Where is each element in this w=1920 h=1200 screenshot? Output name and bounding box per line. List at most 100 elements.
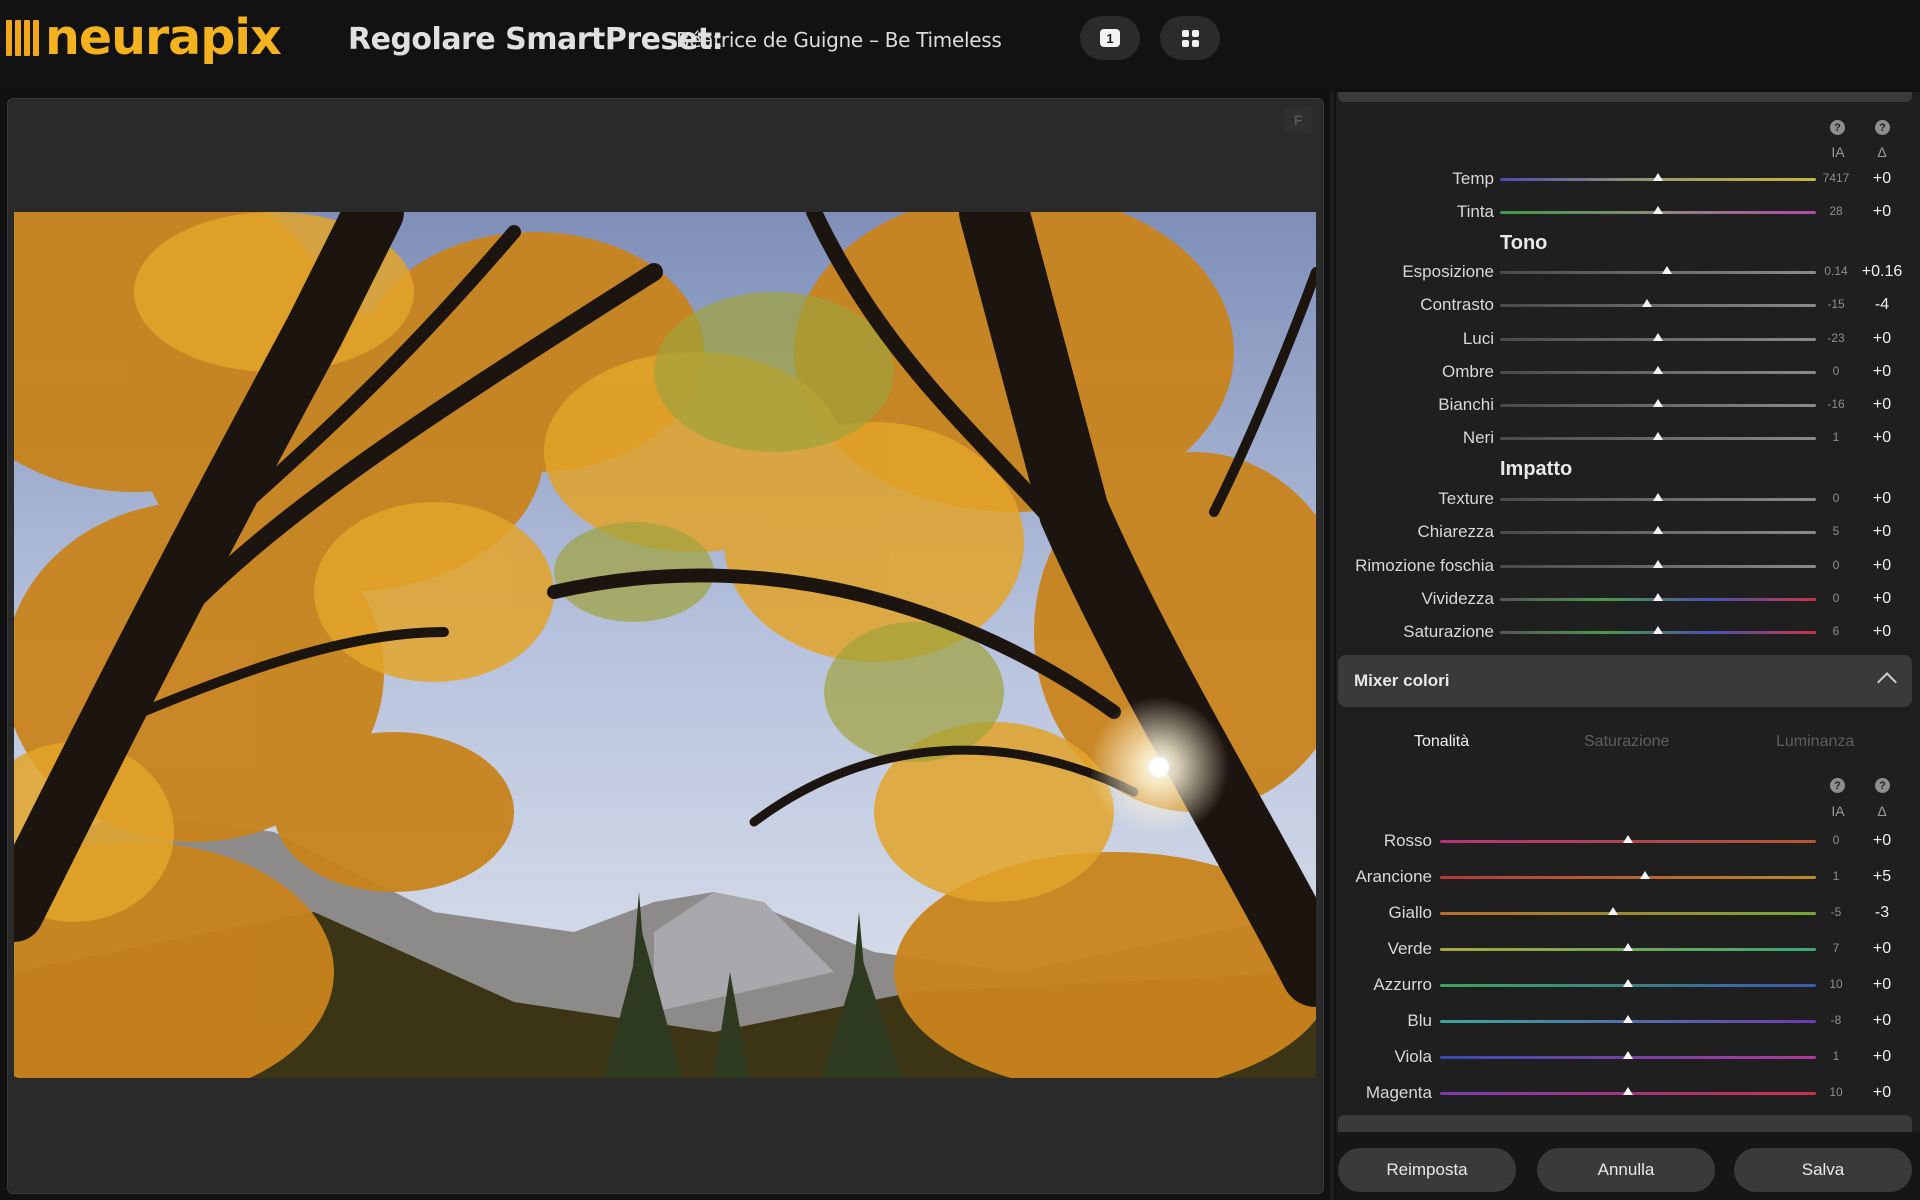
tone-contrasto-slider-handle[interactable]	[1641, 299, 1652, 307]
tone-luci-label: Luci	[1462, 329, 1494, 348]
neurapix-logo: neurapix	[6, 9, 282, 66]
tone-esposizione-slider-handle[interactable]	[1662, 266, 1673, 274]
tone-bianchi-row: Bianchi	[1336, 394, 1494, 416]
preview-photo	[14, 212, 1316, 1078]
impact-vividezza-slider-handle[interactable]	[1653, 593, 1663, 601]
cancel-button[interactable]: Annulla	[1537, 1148, 1715, 1192]
single-view-button[interactable]: 1	[1080, 16, 1140, 60]
tab-saturazione[interactable]: Saturazione	[1584, 733, 1669, 751]
impact-chiarezza-delta-value: +0	[1872, 523, 1892, 540]
mixer-verde-slider-handle[interactable]	[1623, 943, 1633, 951]
tone-neri-label: Neri	[1462, 428, 1494, 447]
grid-view-button[interactable]	[1160, 16, 1220, 60]
impact-vividezza-delta-value: +0	[1872, 590, 1892, 607]
tone-neri-ai-value: 1	[1832, 430, 1840, 444]
mixer-giallo-slider-track[interactable]	[1440, 912, 1816, 915]
tone-ombre-label: Ombre	[1442, 362, 1494, 381]
impact-vividezza-label: Vividezza	[1421, 589, 1494, 608]
mixer-magenta-slider-handle[interactable]	[1623, 1087, 1633, 1095]
mixer-giallo-label: Giallo	[1388, 903, 1432, 922]
wb-temp-label: Temp	[1452, 169, 1494, 188]
ai-help-icon[interactable]: ?	[1830, 120, 1845, 135]
mixer-arancione-row: Arancione	[1336, 866, 1432, 888]
logo-text: neurapix	[45, 9, 282, 66]
impact-chiarezza-row: Chiarezza	[1336, 521, 1494, 543]
page-title: Regolare SmartPreset:	[348, 22, 724, 57]
tone-luci-ai-value: -23	[1827, 331, 1845, 345]
impact-saturazione-row: Saturazione	[1336, 621, 1494, 643]
mixer-azzurro-ai-value: 10	[1829, 977, 1843, 991]
impact-chiarezza-slider-handle[interactable]	[1653, 526, 1663, 534]
tone-neri-slider-handle[interactable]	[1653, 432, 1663, 440]
tone-contrasto-delta-value: -4	[1874, 296, 1890, 313]
wb-temp-slider-handle[interactable]	[1653, 173, 1663, 181]
impact-vividezza-row: Vividezza	[1336, 588, 1494, 610]
tone-neri-delta-value: +0	[1872, 429, 1892, 446]
ai-column-header: IA	[1831, 144, 1845, 160]
save-button[interactable]: Salva	[1734, 1148, 1912, 1192]
tone-ombre-row: Ombre	[1336, 361, 1494, 383]
fullscreen-button[interactable]: F	[1284, 107, 1312, 133]
impact-rimozione-foschia-slider-handle[interactable]	[1653, 560, 1663, 568]
tone-esposizione-slider-track[interactable]	[1500, 271, 1816, 274]
mixer-blu-slider-handle[interactable]	[1623, 1015, 1633, 1023]
mixer-arancione-slider-handle[interactable]	[1639, 871, 1650, 879]
tab-tonalita[interactable]: Tonalità	[1414, 733, 1469, 751]
tone-bianchi-slider-handle[interactable]	[1653, 399, 1663, 407]
reset-button[interactable]: Reimposta	[1338, 1148, 1516, 1192]
single-view-icon: 1	[1100, 29, 1120, 47]
wb-temp-delta-value: +0	[1872, 170, 1892, 187]
tone-luci-delta-value: +0	[1872, 330, 1892, 347]
mixer-rosso-slider-handle[interactable]	[1623, 835, 1633, 843]
tone-ombre-delta-value: +0	[1872, 363, 1892, 380]
mixer-arancione-delta-value: +5	[1872, 868, 1892, 885]
impact-texture-slider-handle[interactable]	[1653, 493, 1663, 501]
mixer-arancione-slider-track[interactable]	[1440, 876, 1816, 879]
section-tone-title: Tono	[1500, 232, 1548, 254]
tab-luminanza[interactable]: Luminanza	[1776, 733, 1854, 751]
tone-contrasto-ai-value: -15	[1827, 297, 1845, 311]
impact-saturazione-slider-handle[interactable]	[1653, 626, 1663, 634]
mixer-viola-ai-value: 1	[1832, 1049, 1840, 1063]
tone-ombre-slider-handle[interactable]	[1653, 366, 1663, 374]
mixer-azzurro-slider-handle[interactable]	[1623, 979, 1633, 987]
photo-illustration	[14, 212, 1316, 1078]
grid-icon	[1181, 29, 1199, 47]
impact-rimozione-foschia-row: Rimozione foschia	[1336, 555, 1494, 577]
tone-bianchi-label: Bianchi	[1438, 395, 1494, 414]
impact-rimozione-foschia-delta-value: +0	[1872, 557, 1892, 574]
mixer-delta-column-header: Δ	[1877, 803, 1887, 819]
mixer-giallo-slider-handle[interactable]	[1607, 907, 1618, 915]
mixer-magenta-label: Magenta	[1365, 1083, 1432, 1102]
wb-tinta-slider-handle[interactable]	[1653, 206, 1663, 214]
tone-contrasto-slider-track[interactable]	[1500, 304, 1816, 307]
impact-vividezza-ai-value: 0	[1832, 591, 1840, 605]
next-section-edge	[1338, 1115, 1912, 1132]
mixer-verde-delta-value: +0	[1872, 940, 1892, 957]
mixer-viola-label: Viola	[1394, 1047, 1433, 1066]
tone-bianchi-ai-value: -16	[1827, 397, 1845, 411]
mixer-viola-delta-value: +0	[1872, 1048, 1892, 1065]
impact-saturazione-delta-value: +0	[1872, 623, 1892, 640]
mixer-rosso-ai-value: 0	[1832, 833, 1840, 847]
mixer-arancione-ai-value: 1	[1832, 869, 1840, 883]
mixer-giallo-row: Giallo	[1336, 902, 1432, 924]
mixer-viola-row: Viola	[1336, 1046, 1433, 1068]
top-bar: neurapix Regolare SmartPreset: Béatrice …	[0, 0, 1920, 88]
mixer-viola-slider-handle[interactable]	[1623, 1051, 1633, 1059]
tone-esposizione-ai-value: 0.14	[1824, 264, 1848, 278]
impact-rimozione-foschia-ai-value: 0	[1832, 558, 1840, 572]
tone-esposizione-label: Esposizione	[1402, 262, 1494, 281]
delta-help-icon[interactable]: ?	[1875, 120, 1890, 135]
color-mixer-header[interactable]: Mixer colori	[1338, 655, 1912, 707]
delta-column-header: Δ	[1877, 144, 1887, 160]
tone-contrasto-label: Contrasto	[1420, 295, 1494, 314]
mixer-ai-help-icon[interactable]: ?	[1830, 778, 1845, 793]
mixer-verde-ai-value: 7	[1832, 941, 1840, 955]
section-impact-title: Impatto	[1500, 458, 1573, 480]
tone-luci-slider-handle[interactable]	[1653, 333, 1663, 341]
impact-texture-ai-value: 0	[1832, 491, 1840, 505]
mixer-ai-column-header: IA	[1831, 803, 1845, 819]
mixer-delta-help-icon[interactable]: ?	[1875, 778, 1890, 793]
impact-chiarezza-ai-value: 5	[1832, 524, 1840, 538]
